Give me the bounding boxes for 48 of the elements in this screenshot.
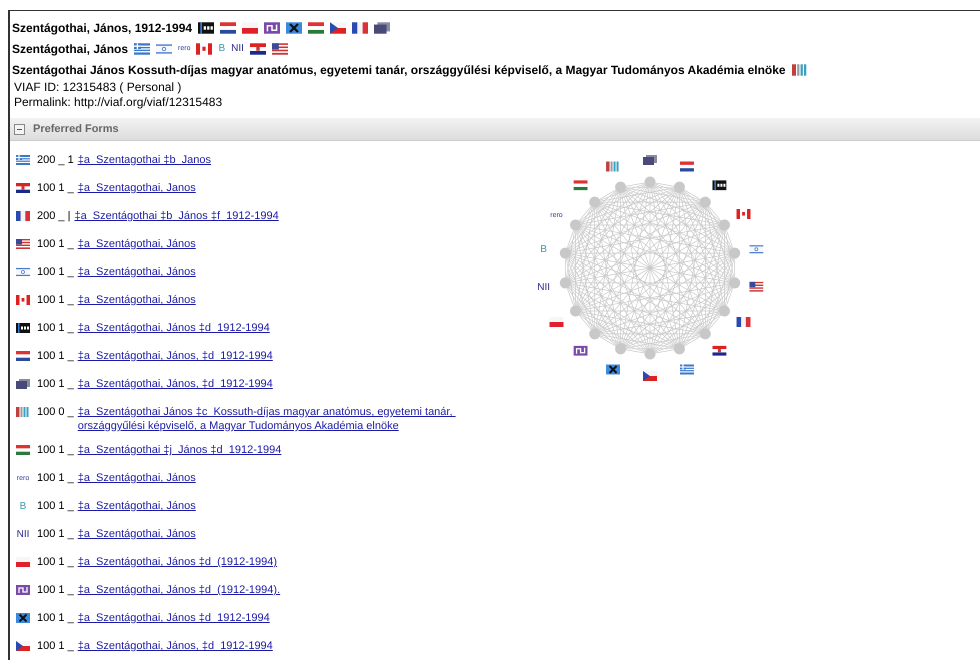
marc-tag: 100 1 _ [37,555,74,569]
logo-text: NII [537,282,550,293]
heading-link[interactable]: ‡a Szentágothai, János [78,471,196,485]
marc-tag: 100 1 _ [37,443,74,457]
logo-text: B [218,42,226,54]
viaf-id: VIAF ID: 12315483 ( Personal ) [13,80,182,95]
marc-tag: 100 1 _ [37,471,74,485]
marc-tag: 100 1 _ [37,265,74,279]
heading-link[interactable]: ‡a Szentágothai ‡j János ‡d 1912-1994 [78,443,282,457]
heading-link[interactable]: ‡a Szentágothai, János [78,293,196,307]
logo-text: B [540,244,547,256]
heading-link[interactable]: ‡a Szentagothai ‡b Janos [78,153,212,167]
logo-text: NII [231,42,244,54]
heading-link[interactable]: ‡a Szentágothai, János ‡d (1912-1994) [78,555,278,569]
heading-link[interactable]: ‡a Szentágothai, János, ‡d 1912-1994 [78,377,273,391]
marc-tag: 100 1 _ [37,611,74,625]
permalink: Permalink: http://viaf.org/viaf/12315483 [13,95,224,110]
marc-tag: 100 1 _ [37,293,74,307]
marc-tag: 100 1 _ [37,321,74,335]
marc-tag: 100 1 _ [37,181,74,195]
heading-link[interactable]: ‡a Szentágothai, János [78,527,196,541]
heading-link[interactable]: ‡a Szentágothai, János, ‡d 1912-1994 [78,349,273,363]
logo-text: NII [16,529,30,541]
marc-tag: 100 1 _ [37,349,74,363]
heading-name: Szentágothai, János, 1912-1994 [12,20,192,34]
marc-tag: 100 0 _ [37,405,74,419]
marc-tag: 100 1 _ [37,639,74,653]
heading-link[interactable]: ‡a Szentágothai, János ‡d 1912-1994 [78,321,270,335]
heading-link[interactable]: ‡a Szentágothai, János [78,265,196,279]
heading-link[interactable]: ‡a Szentágothai, János ‡d 1912-1994 [78,611,270,625]
heading-link[interactable]: ‡a Szentágothai, János, ‡d 1912-1994 [78,639,273,653]
heading-link[interactable]: ‡a Szentágothai ‡b János ‡f 1912-1994 [74,209,279,223]
heading-link[interactable]: ‡a Szentágothai, János ‡d (1912-1994). [78,583,280,597]
marc-tag: 200 _ 1 [37,153,74,167]
marc-tag: 100 1 _ [37,583,74,597]
marc-tag: 100 1 _ [37,237,74,251]
logo-text: B [20,501,26,513]
marc-tag: 100 1 _ [37,499,74,513]
marc-tag: 200 _ | [37,209,70,223]
heading-link[interactable]: ‡a Szentágothai, János [78,499,196,513]
heading-link[interactable]: ‡a Szentágothai, János [78,237,196,251]
heading-link[interactable]: ‡a Szentágothai János ‡c Kossuth-díjas magyar anatómus, egyetemi tanár, országgyűlési képviselő, a Magyar Tudományos Akadémia elnöke [78,405,467,433]
section-title: Preferred Forms [33,123,119,135]
marc-tag: 100 1 _ [37,527,74,541]
heading-link[interactable]: ‡a Szentagothai, Janos [78,181,196,195]
heading-name: Szentágothai János Kossuth-díjas magyar anatómus, egyetemi tanár, országgyűlési képviselő, a Magyar Tudományos Akadémia elnöke [12,62,786,76]
marc-tag: 100 1 _ [37,377,74,391]
heading-name: Szentágothai, János [12,42,128,56]
